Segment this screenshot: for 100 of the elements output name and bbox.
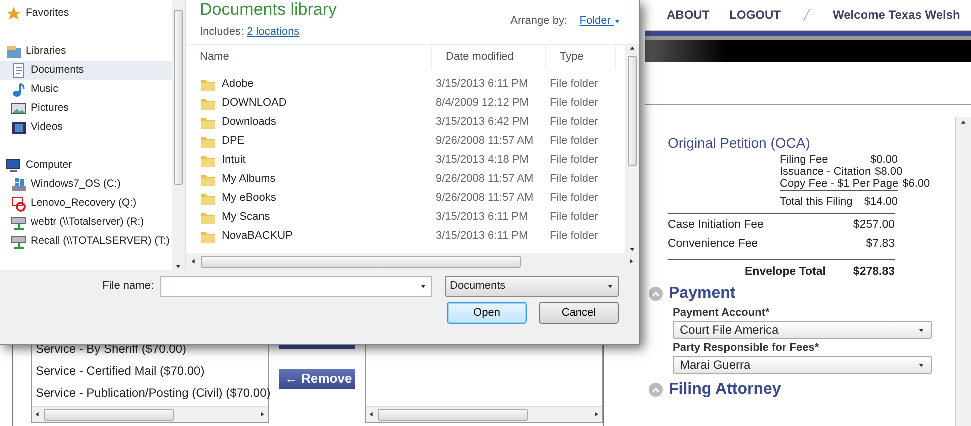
- nav-item[interactable]: webtr (\\Totalserver) (R:): [0, 213, 172, 232]
- scroll-left-arrow-icon: [368, 411, 375, 418]
- type-cell-text: File folder: [549, 77, 600, 92]
- scroll-left-arrow-icon: [34, 411, 41, 418]
- scrollbar[interactable]: [32, 406, 268, 422]
- caret-down-icon: [175, 263, 182, 270]
- filing-name: Original Petition (OCA): [668, 134, 812, 153]
- nav-item[interactable]: Documents: [0, 61, 172, 80]
- column-header[interactable]: Type: [546, 45, 616, 69]
- file-name-label: File name:: [102, 279, 154, 294]
- file-row-name[interactable]: My Albums: [186, 170, 432, 189]
- collapse-icon: [648, 286, 664, 302]
- total-label: Envelope Total: [745, 265, 826, 280]
- scroll-right-arrow-icon: [628, 258, 635, 265]
- nav-item[interactable]: Libraries: [0, 42, 172, 61]
- nav-item[interactable]: Videos: [0, 118, 172, 137]
- collapse-icon: [648, 382, 664, 398]
- fee-label: Convenience Fee: [668, 237, 758, 252]
- scrollbar[interactable]: [955, 117, 971, 426]
- file-row-name[interactable]: Intuit: [186, 151, 432, 170]
- scrollbar[interactable]: [186, 253, 639, 270]
- type-cell-text: File folder: [549, 229, 600, 244]
- remove-button[interactable]: ← Remove: [279, 369, 355, 389]
- cancel-button[interactable]: Cancel: [539, 302, 619, 324]
- scrollbar[interactable]: [172, 0, 185, 270]
- arrange-dropdown[interactable]: Folder: [580, 15, 621, 27]
- scroll-up-arrow-icon: [628, 45, 636, 52]
- recovery-drive-icon: [11, 196, 27, 212]
- file-row-name[interactable]: My Scans: [186, 208, 432, 227]
- date-cell-text: 3/15/2013 6:42 PM: [435, 115, 530, 130]
- scroll-left-arrow-icon: [190, 258, 197, 265]
- fee-label: Issuance - Citation: [780, 166, 872, 178]
- caret-down-icon: [420, 283, 427, 290]
- file-type-dropdown[interactable]: Documents: [445, 276, 619, 297]
- caret-down-icon: [918, 362, 925, 368]
- field-label: Party Responsible for Fees*: [673, 341, 820, 356]
- library-icon: [6, 44, 22, 60]
- nav-item[interactable]: Favorites: [0, 4, 172, 23]
- music-note-icon: [11, 82, 27, 98]
- arrange-label: Arrange by:: [510, 15, 568, 27]
- type-cell-text: File folder: [549, 96, 600, 112]
- date-cell-text: 8/4/2009 12:12 PM: [435, 96, 530, 112]
- file-row-name[interactable]: Downloads: [186, 113, 432, 132]
- fee-amount: $0.00: [870, 154, 898, 166]
- type-cell-text: File folder: [549, 115, 600, 130]
- film-icon: [11, 120, 27, 136]
- file-row-name[interactable]: Adobe: [186, 75, 432, 94]
- file-row-name[interactable]: NovaBACKUP: [186, 227, 432, 246]
- total-amount: $278.83: [853, 265, 895, 280]
- library-title: Documents library: [200, 0, 337, 20]
- caret-down-icon: [614, 18, 621, 25]
- fee-amount: $14.00: [864, 195, 898, 210]
- type-cell-text: File folder: [549, 172, 600, 188]
- section-heading: Filing Attorney: [669, 380, 782, 400]
- network-drive-icon: [11, 234, 27, 250]
- date-cell-text: 9/26/2008 11:57 AM: [435, 172, 535, 188]
- type-cell-text: File folder: [549, 134, 600, 150]
- scrollbar[interactable]: [625, 45, 639, 253]
- nav-item[interactable]: Lenovo_Recovery (Q:): [0, 194, 172, 213]
- nav-item[interactable]: Recall (\\TOTALSERVER) (T:): [0, 232, 172, 251]
- file-row-name[interactable]: DOWNLOAD: [186, 94, 432, 113]
- document-icon: [11, 62, 27, 78]
- column-header[interactable]: Name: [186, 45, 432, 69]
- file-row-name[interactable]: My eBooks: [186, 189, 432, 208]
- type-cell-text: File folder: [549, 191, 600, 206]
- select-field[interactable]: Marai Guerra: [673, 356, 932, 374]
- caret-down-icon: [607, 283, 614, 290]
- fee-amount: $7.83: [866, 237, 895, 252]
- date-cell-text: 3/15/2013 4:18 PM: [435, 153, 530, 168]
- caret-down-icon: [918, 326, 925, 334]
- nav-item[interactable]: Music: [0, 80, 172, 99]
- nav-item[interactable]: Windows7_OS (C:): [0, 175, 172, 194]
- date-cell-text: 3/15/2013 6:11 PM: [435, 77, 530, 92]
- includes-label: Includes:: [200, 26, 244, 38]
- scroll-up-arrow-icon: [960, 119, 967, 126]
- list-item[interactable]: Service - Publication/Posting (Civil) ($70.00): [32, 382, 268, 404]
- fee-amount: $6.00: [902, 178, 930, 190]
- nav-item[interactable]: Computer: [0, 156, 172, 175]
- drive-icon: [11, 176, 27, 192]
- welcome-text: Welcome Texas Welsh: [833, 7, 960, 24]
- list-item[interactable]: Service - Certified Mail ($70.00): [32, 360, 268, 382]
- network-drive-icon: [11, 214, 27, 230]
- date-cell-text: 9/26/2008 11:57 AM: [435, 134, 535, 150]
- picture-icon: [11, 100, 27, 116]
- star-icon: [6, 6, 22, 22]
- date-cell-text: 9/26/2008 11:57 AM: [435, 191, 535, 206]
- computer-icon: [6, 158, 22, 174]
- column-header[interactable]: Date modified: [432, 45, 546, 69]
- scroll-right-arrow-icon: [259, 411, 266, 418]
- file-name-field[interactable]: [160, 276, 432, 297]
- locations-link[interactable]: 2 locations: [247, 26, 300, 38]
- nav-item[interactable]: Pictures: [0, 99, 172, 118]
- nav-link[interactable]: ABOUT: [667, 6, 710, 24]
- file-row-name[interactable]: DPE: [186, 132, 432, 151]
- select-field[interactable]: Court File America: [673, 321, 932, 339]
- nav-link[interactable]: LOGOUT: [730, 6, 781, 24]
- open-button[interactable]: Open: [447, 302, 527, 324]
- scrollbar[interactable]: [366, 406, 602, 422]
- scroll-right-arrow-icon: [593, 411, 600, 418]
- fee-label: Filing Fee: [780, 154, 828, 166]
